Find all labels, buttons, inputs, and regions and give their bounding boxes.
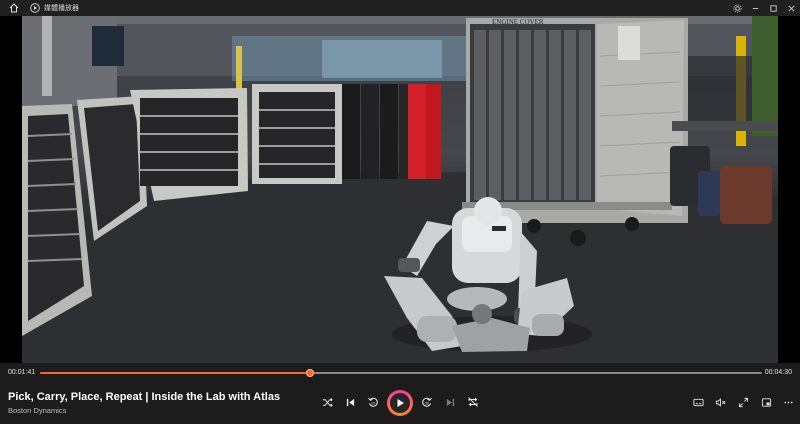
play-button[interactable] (387, 390, 413, 416)
next-button[interactable] (441, 393, 459, 411)
forward-30-icon: 30 (422, 397, 432, 407)
repeat-off-icon (468, 397, 478, 407)
total-duration: 00:04:30 (764, 369, 792, 376)
previous-button[interactable] (341, 393, 359, 411)
fullscreen-button[interactable] (734, 393, 752, 411)
video-title: Pick, Carry, Place, Repeat | Inside the … (8, 391, 281, 403)
play-icon (397, 399, 404, 407)
maximize-button[interactable] (764, 0, 782, 16)
rewind-10-icon: 10 (368, 397, 378, 407)
svg-text:30: 30 (425, 401, 429, 405)
settings-icon (732, 3, 742, 13)
player-controls: 00:01:41 00:04:30 Pick, Carry, Place, Re… (0, 363, 800, 424)
app-logo-icon (30, 3, 40, 13)
channel-name: Boston Dynamics (8, 406, 67, 415)
close-button[interactable] (782, 0, 800, 16)
rewind-10-button[interactable]: 10 (364, 393, 382, 411)
shuffle-button[interactable] (318, 393, 336, 411)
volume-mute-icon (715, 397, 725, 407)
more-icon (783, 401, 793, 403)
current-time: 00:01:41 (8, 369, 36, 376)
repeat-button[interactable] (464, 393, 482, 411)
volume-button[interactable] (711, 393, 729, 411)
settings-button[interactable] (728, 0, 746, 16)
more-button[interactable] (779, 393, 797, 411)
home-button[interactable] (0, 0, 28, 16)
next-icon (446, 398, 454, 406)
subtitles-icon (692, 398, 704, 406)
fullscreen-icon (738, 397, 748, 407)
previous-icon (346, 398, 354, 406)
seek-handle[interactable] (306, 369, 315, 377)
title-bar: 媒體播放器 (0, 0, 800, 16)
app-logo (28, 0, 42, 16)
minimize-icon (752, 7, 758, 9)
home-icon (9, 3, 19, 13)
close-icon (787, 4, 795, 12)
mini-player-button[interactable] (757, 393, 775, 411)
cart-label: ENGINE COVER (492, 18, 544, 26)
maximize-icon (769, 4, 777, 12)
minimize-button[interactable] (746, 0, 764, 16)
mini-player-icon (761, 397, 771, 407)
forward-30-button[interactable]: 30 (418, 393, 436, 411)
seek-progress (40, 372, 311, 374)
subtitles-button[interactable] (689, 393, 707, 411)
svg-text:10: 10 (371, 401, 375, 405)
video-frame[interactable]: ENGINE COVER (22, 16, 778, 363)
play-button-inner (390, 393, 410, 413)
video-scene: ENGINE COVER (22, 16, 778, 363)
seek-bar[interactable] (40, 369, 762, 377)
shuffle-icon (322, 397, 333, 407)
app-title: 媒體播放器 (44, 5, 79, 12)
